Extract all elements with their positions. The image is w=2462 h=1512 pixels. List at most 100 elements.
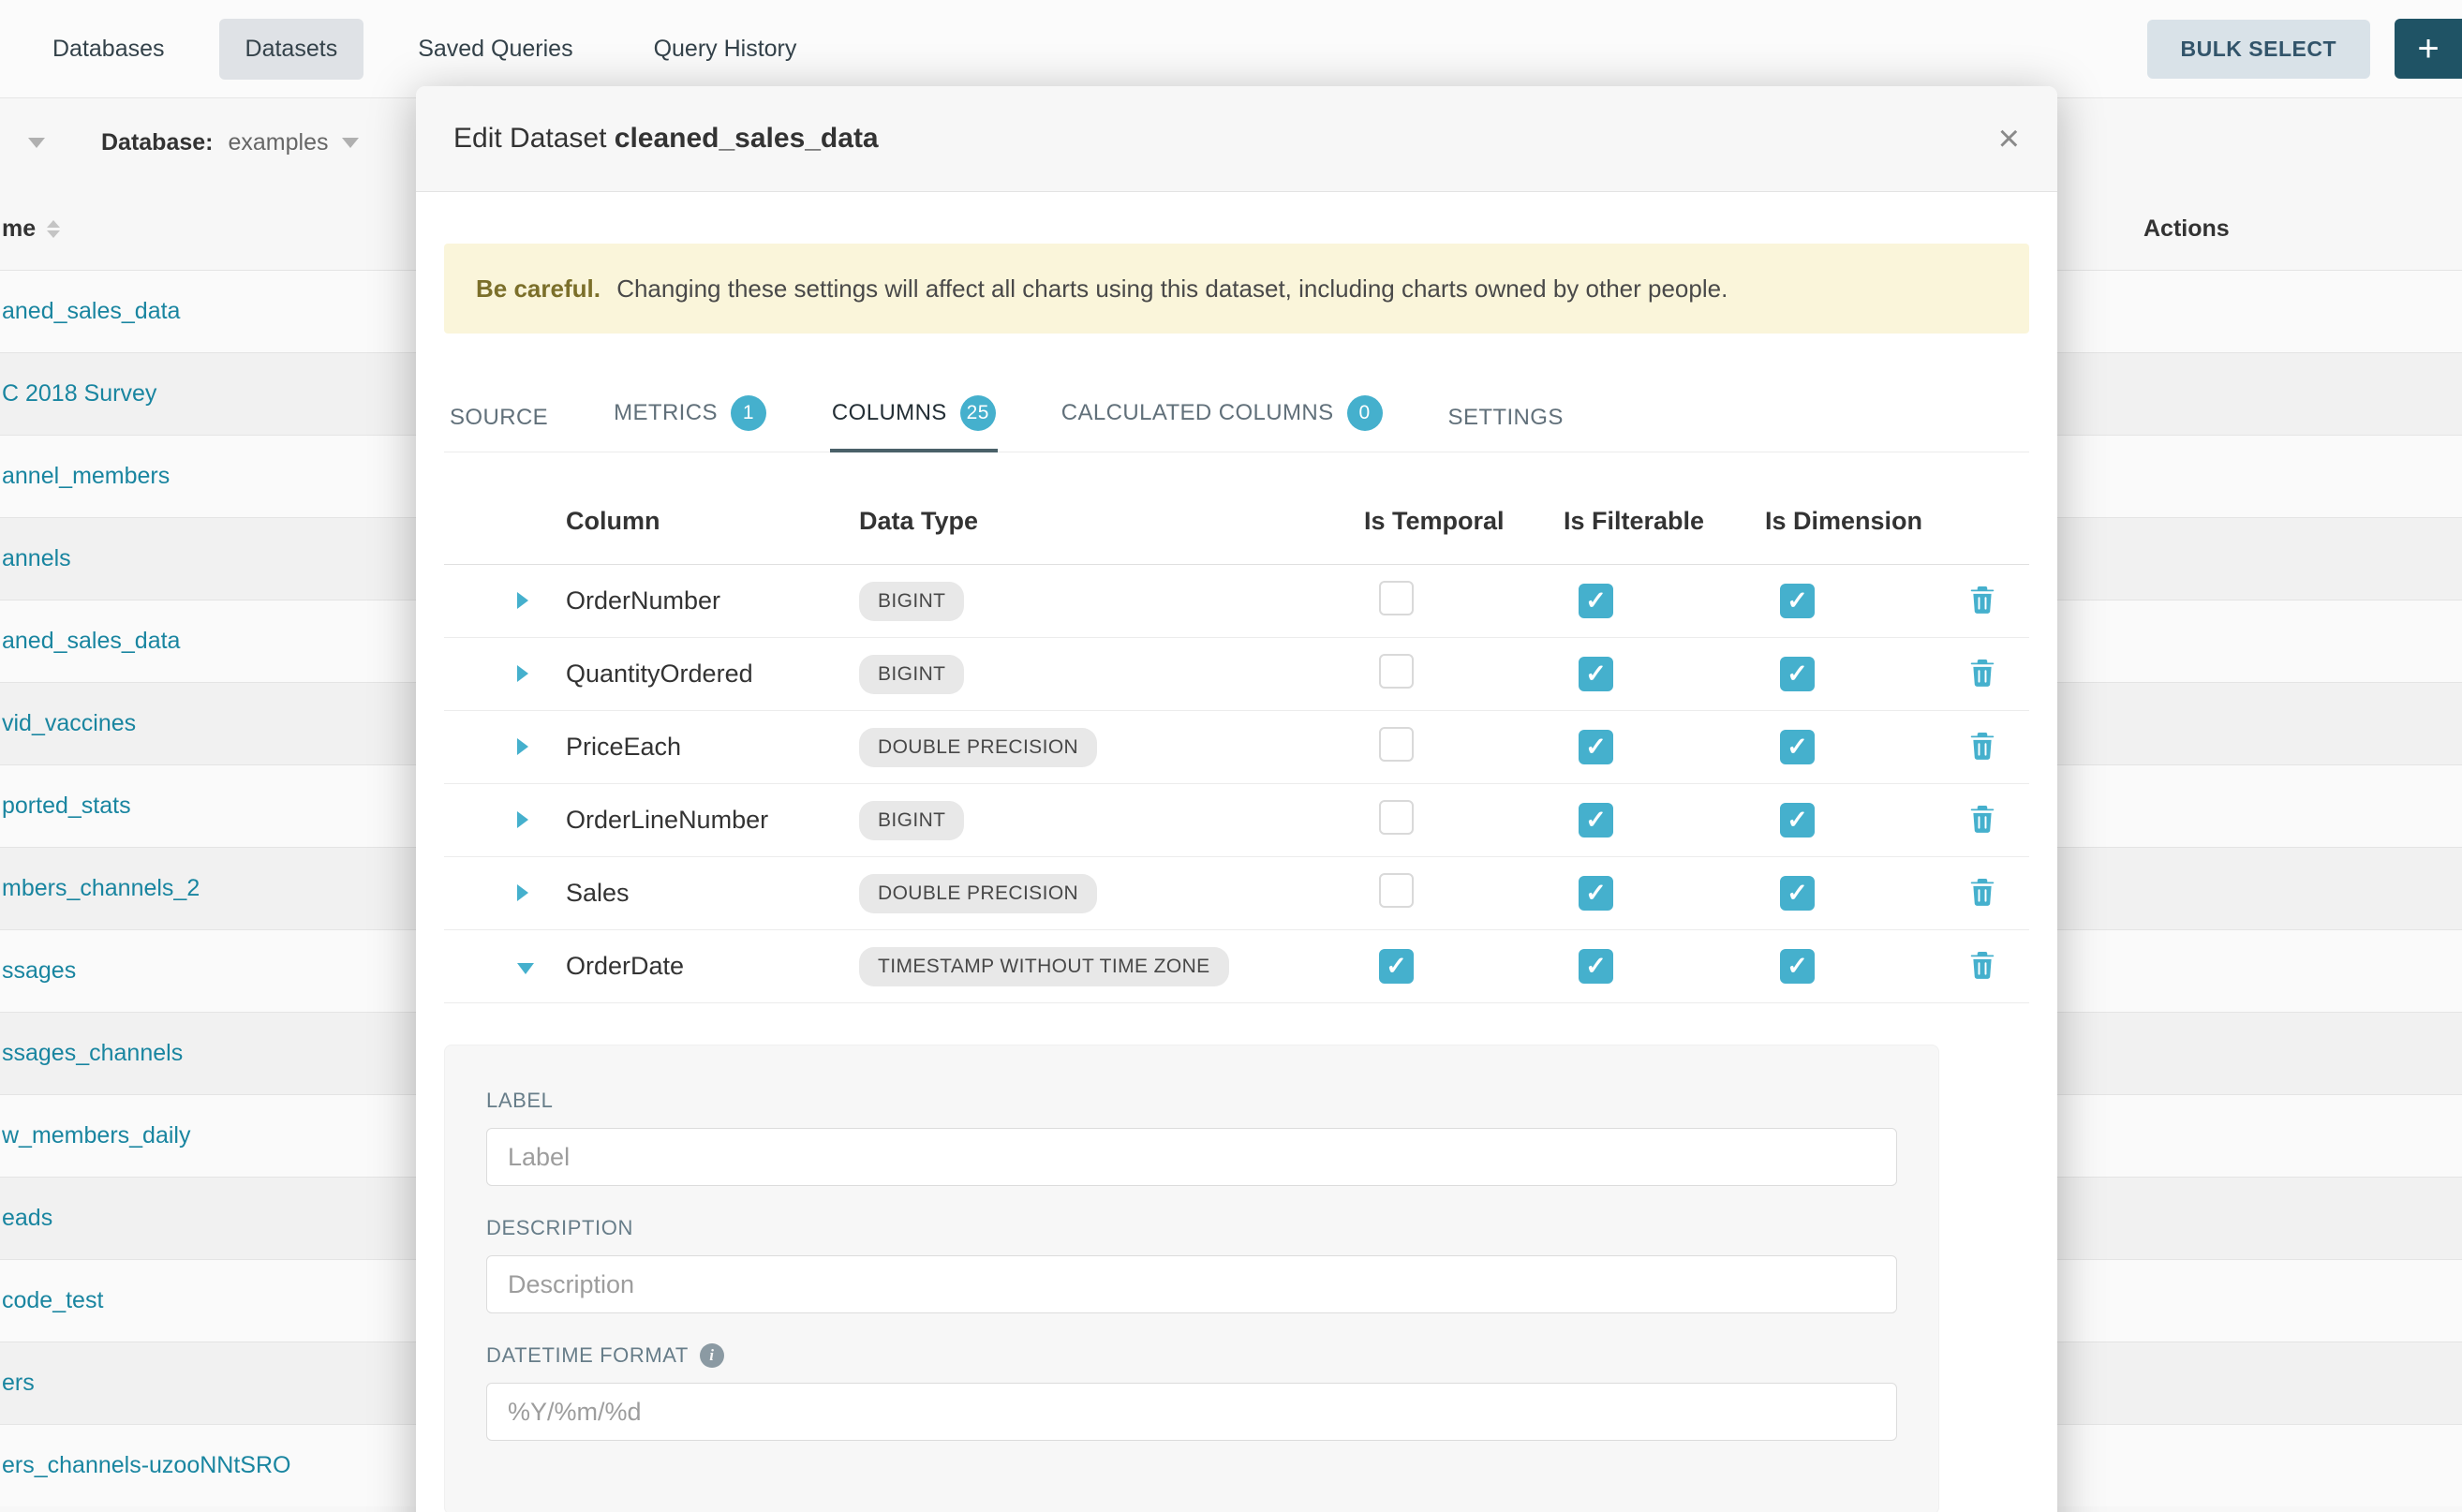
delete-column-button[interactable]	[1969, 731, 1995, 763]
dataset-link[interactable]: aned_sales_data	[2, 628, 180, 655]
is-filterable-checkbox[interactable]	[1579, 584, 1613, 618]
is-dimension-checkbox[interactable]	[1780, 949, 1815, 984]
description-field-label: DESCRIPTION	[486, 1216, 1897, 1240]
tab-source[interactable]: SOURCE	[448, 392, 550, 452]
is-temporal-checkbox[interactable]	[1379, 873, 1414, 908]
is-filterable-checkbox[interactable]	[1579, 730, 1613, 764]
columns-rows: OrderNumber BIGINT	[444, 565, 2029, 1003]
is-temporal-checkbox[interactable]	[1379, 581, 1414, 615]
datetime-format-input[interactable]	[486, 1383, 1897, 1441]
name-column-header[interactable]: me	[0, 215, 60, 243]
label-field-label: LABEL	[486, 1089, 1897, 1113]
truncated-filter-caret-icon[interactable]	[28, 138, 45, 148]
tab-metrics[interactable]: METRICS 1	[612, 382, 768, 452]
delete-column-button[interactable]	[1969, 877, 1995, 910]
is-temporal-checkbox[interactable]	[1379, 654, 1414, 689]
tab-calculated-columns[interactable]: CALCULATED COLUMNS 0	[1060, 382, 1385, 452]
datetime-format-field-label: DATETIME FORMAT i	[486, 1343, 1897, 1368]
data-type-pill: DOUBLE PRECISION	[859, 728, 1097, 767]
columns-table-header: Column Data Type Is Temporal Is Filterab…	[444, 479, 2029, 565]
is-temporal-checkbox[interactable]	[1379, 727, 1414, 762]
column-row: PriceEach DOUBLE PRECISION	[444, 711, 2029, 784]
dataset-link[interactable]: ssages_channels	[2, 1040, 183, 1067]
dataset-link[interactable]: eads	[2, 1205, 52, 1232]
expand-caret-icon[interactable]	[517, 884, 528, 901]
data-type-pill: BIGINT	[859, 655, 964, 694]
is-dimension-checkbox[interactable]	[1780, 876, 1815, 911]
edit-dataset-modal: Edit Dataset cleaned_sales_data × Be car…	[416, 86, 2057, 1512]
modal-title-dataset-name: cleaned_sales_data	[615, 123, 879, 154]
expand-caret-icon[interactable]	[517, 665, 528, 682]
tab-columns[interactable]: COLUMNS 25	[830, 382, 998, 452]
dataset-link[interactable]: aned_sales_data	[2, 298, 180, 325]
nav-right-actions: BULK SELECT +	[2147, 19, 2437, 79]
data-type-pill: BIGINT	[859, 801, 964, 840]
column-row: QuantityOrdered BIGINT	[444, 638, 2029, 711]
column-header: Column	[566, 507, 859, 536]
is-filterable-checkbox[interactable]	[1579, 657, 1613, 691]
tab-count-badge: 1	[731, 395, 766, 431]
column-name: PriceEach	[566, 733, 859, 762]
dataset-link[interactable]: ssages	[2, 957, 76, 985]
is-filterable-checkbox[interactable]	[1579, 876, 1613, 911]
tab-settings[interactable]: SETTINGS	[1446, 392, 1565, 452]
expand-caret-icon[interactable]	[517, 963, 534, 974]
trash-icon	[1969, 804, 1995, 834]
dataset-link[interactable]: annel_members	[2, 463, 170, 490]
modal-header: Edit Dataset cleaned_sales_data ×	[416, 86, 2057, 192]
dataset-link[interactable]: C 2018 Survey	[2, 380, 156, 408]
is-dimension-checkbox[interactable]	[1780, 730, 1815, 764]
expand-caret-icon[interactable]	[517, 811, 528, 828]
column-name: QuantityOrdered	[566, 660, 859, 689]
is-filterable-checkbox[interactable]	[1579, 803, 1613, 838]
is-dimension-header: Is Dimension	[1765, 507, 1962, 536]
nav-tab-datasets[interactable]: Datasets	[219, 19, 364, 80]
is-dimension-checkbox[interactable]	[1780, 803, 1815, 838]
data-type-header: Data Type	[859, 507, 1364, 536]
is-filterable-checkbox[interactable]	[1579, 949, 1613, 984]
is-dimension-checkbox[interactable]	[1780, 584, 1815, 618]
actions-column-header: Actions	[2143, 215, 2230, 243]
trash-icon	[1969, 877, 1995, 907]
database-filter-label: Database:	[101, 129, 214, 156]
trash-icon	[1969, 585, 1995, 615]
dataset-link[interactable]: mbers_channels_2	[2, 875, 200, 902]
tab-label: SETTINGS	[1448, 405, 1564, 431]
is-temporal-checkbox[interactable]	[1379, 949, 1414, 984]
delete-column-button[interactable]	[1969, 804, 1995, 837]
is-dimension-checkbox[interactable]	[1780, 657, 1815, 691]
dataset-link[interactable]: vid_vaccines	[2, 710, 136, 737]
expand-caret-icon[interactable]	[517, 592, 528, 609]
dataset-link[interactable]: ers_channels-uzooNNtSRO	[2, 1452, 290, 1479]
nav-tab-saved-queries[interactable]: Saved Queries	[392, 19, 599, 80]
tab-label: CALCULATED COLUMNS	[1061, 400, 1334, 426]
nav-tab-query-history[interactable]: Query History	[628, 19, 823, 80]
dataset-link[interactable]: w_members_daily	[2, 1122, 190, 1149]
dataset-link[interactable]: ers	[2, 1370, 35, 1397]
add-dataset-button[interactable]: +	[2395, 19, 2462, 79]
label-input[interactable]	[486, 1128, 1897, 1186]
expand-caret-icon[interactable]	[517, 738, 528, 755]
delete-column-button[interactable]	[1969, 658, 1995, 690]
delete-column-button[interactable]	[1969, 950, 1995, 983]
sort-icon[interactable]	[47, 220, 60, 238]
delete-column-button[interactable]	[1969, 585, 1995, 617]
is-temporal-header: Is Temporal	[1364, 507, 1564, 536]
tab-label: METRICS	[614, 400, 718, 426]
bulk-select-button[interactable]: BULK SELECT	[2147, 20, 2371, 79]
is-temporal-checkbox[interactable]	[1379, 800, 1414, 835]
column-name: OrderDate	[566, 952, 859, 981]
data-type-pill: TIMESTAMP WITHOUT TIME ZONE	[859, 947, 1229, 986]
dataset-link[interactable]: code_test	[2, 1287, 103, 1314]
dataset-link[interactable]: annels	[2, 545, 71, 572]
database-filter-value[interactable]: examples	[229, 129, 329, 156]
database-filter-caret-icon[interactable]	[342, 138, 359, 148]
close-icon[interactable]: ×	[1998, 120, 2020, 157]
trash-icon	[1969, 950, 1995, 980]
nav-tab-databases[interactable]: Databases	[26, 19, 191, 80]
nav-tabs: Databases Datasets Saved Queries Query Hist…	[26, 19, 823, 80]
dataset-link[interactable]: ported_stats	[2, 793, 131, 820]
description-input[interactable]	[486, 1255, 1897, 1313]
warning-banner: Be careful. Changing these settings will…	[444, 244, 2029, 334]
tab-count-badge: 0	[1347, 395, 1383, 431]
